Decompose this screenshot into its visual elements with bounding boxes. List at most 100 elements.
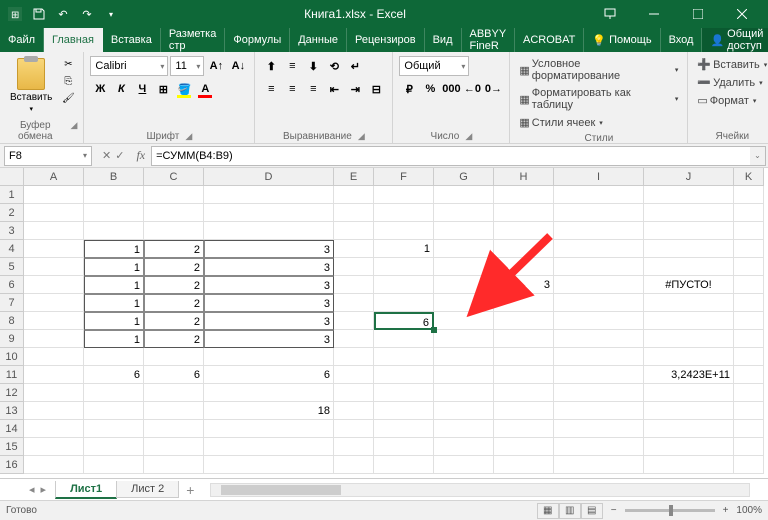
underline-button[interactable]: Ч bbox=[132, 79, 152, 99]
column-header[interactable]: D bbox=[204, 168, 334, 186]
cell[interactable] bbox=[144, 384, 204, 402]
cell[interactable] bbox=[84, 438, 144, 456]
cell[interactable] bbox=[554, 384, 644, 402]
cell[interactable] bbox=[644, 456, 734, 474]
cell[interactable]: 1 bbox=[84, 258, 144, 276]
column-header[interactable]: E bbox=[334, 168, 374, 186]
cell[interactable]: #ПУСТО! bbox=[644, 276, 734, 294]
cell[interactable] bbox=[24, 366, 84, 384]
cell[interactable]: 3 bbox=[204, 240, 334, 258]
decrease-decimal-icon[interactable]: 0→ bbox=[483, 79, 503, 99]
cell[interactable] bbox=[24, 312, 84, 330]
cell[interactable] bbox=[374, 258, 434, 276]
cell[interactable] bbox=[334, 276, 374, 294]
cell[interactable] bbox=[494, 330, 554, 348]
number-format-combo[interactable]: Общий bbox=[399, 56, 469, 76]
cell[interactable] bbox=[644, 438, 734, 456]
cell[interactable]: 6 bbox=[144, 366, 204, 384]
cell[interactable] bbox=[734, 402, 764, 420]
undo-icon[interactable]: ↶ bbox=[52, 3, 74, 25]
cell[interactable]: 6 bbox=[204, 366, 334, 384]
cell[interactable] bbox=[334, 258, 374, 276]
tab-file[interactable]: Файл bbox=[0, 28, 44, 52]
cell[interactable] bbox=[334, 204, 374, 222]
cell[interactable] bbox=[734, 222, 764, 240]
tab-formulas[interactable]: Формулы bbox=[225, 28, 290, 52]
zoom-out-icon[interactable]: − bbox=[611, 505, 617, 516]
cell[interactable] bbox=[374, 438, 434, 456]
ribbon-options-icon[interactable] bbox=[588, 0, 632, 28]
align-left-icon[interactable]: ≡ bbox=[261, 79, 281, 99]
cell[interactable]: 1 bbox=[84, 276, 144, 294]
row-header[interactable]: 14 bbox=[0, 420, 24, 438]
cell[interactable] bbox=[494, 420, 554, 438]
conditional-formatting-button[interactable]: ▦Условное форматирование▾ bbox=[516, 56, 681, 84]
cell[interactable] bbox=[554, 204, 644, 222]
cell[interactable]: 6 bbox=[374, 312, 434, 330]
column-header[interactable]: F bbox=[374, 168, 434, 186]
align-middle-icon[interactable]: ≡ bbox=[282, 56, 302, 76]
column-header[interactable]: B bbox=[84, 168, 144, 186]
orientation-icon[interactable]: ⟲ bbox=[324, 56, 344, 76]
cell[interactable] bbox=[734, 456, 764, 474]
font-color-icon[interactable]: A bbox=[195, 79, 215, 99]
cell[interactable]: 1 bbox=[84, 294, 144, 312]
close-icon[interactable] bbox=[720, 0, 764, 28]
percent-icon[interactable]: % bbox=[420, 79, 440, 99]
row-header[interactable]: 12 bbox=[0, 384, 24, 402]
cell[interactable] bbox=[554, 366, 644, 384]
cell[interactable] bbox=[84, 204, 144, 222]
cell[interactable] bbox=[434, 384, 494, 402]
row-header[interactable]: 4 bbox=[0, 240, 24, 258]
row-header[interactable]: 5 bbox=[0, 258, 24, 276]
fill-color-icon[interactable]: 🪣 bbox=[174, 79, 194, 99]
cell[interactable] bbox=[204, 420, 334, 438]
currency-icon[interactable]: ₽ bbox=[399, 79, 419, 99]
cell[interactable] bbox=[434, 402, 494, 420]
save-icon[interactable] bbox=[28, 3, 50, 25]
add-sheet-button[interactable]: + bbox=[178, 480, 202, 500]
cell[interactable] bbox=[24, 420, 84, 438]
cancel-formula-icon[interactable]: ✕ bbox=[102, 149, 111, 162]
select-all-corner[interactable] bbox=[0, 168, 24, 186]
cell[interactable] bbox=[374, 384, 434, 402]
cell[interactable] bbox=[374, 348, 434, 366]
cell[interactable] bbox=[644, 222, 734, 240]
cell[interactable] bbox=[204, 384, 334, 402]
cell[interactable] bbox=[554, 312, 644, 330]
cell[interactable] bbox=[494, 438, 554, 456]
worksheet-grid[interactable]: ABCDEFGHIJK 12345678910111213141516 1231… bbox=[0, 168, 768, 478]
cell[interactable] bbox=[554, 294, 644, 312]
row-header[interactable]: 15 bbox=[0, 438, 24, 456]
align-launcher-icon[interactable]: ◢ bbox=[358, 131, 365, 142]
cell[interactable] bbox=[144, 420, 204, 438]
copy-icon[interactable]: ⎘ bbox=[59, 73, 77, 89]
cell[interactable] bbox=[204, 222, 334, 240]
cell[interactable]: 3 bbox=[204, 258, 334, 276]
cell[interactable] bbox=[374, 276, 434, 294]
comma-icon[interactable]: 000 bbox=[441, 79, 461, 99]
cell[interactable] bbox=[84, 348, 144, 366]
tab-review[interactable]: Рецензиров bbox=[347, 28, 425, 52]
cell[interactable]: 1 bbox=[374, 240, 434, 258]
cell[interactable] bbox=[494, 366, 554, 384]
sheet-tab-2[interactable]: Лист 2 bbox=[116, 481, 179, 498]
cell[interactable] bbox=[334, 222, 374, 240]
minimize-icon[interactable] bbox=[632, 0, 676, 28]
cell[interactable] bbox=[334, 402, 374, 420]
cell[interactable] bbox=[554, 438, 644, 456]
row-header[interactable]: 16 bbox=[0, 456, 24, 474]
cell[interactable] bbox=[204, 186, 334, 204]
cell[interactable] bbox=[434, 348, 494, 366]
cell[interactable] bbox=[84, 402, 144, 420]
cell[interactable] bbox=[734, 330, 764, 348]
tab-help[interactable]: 💡Помощь bbox=[584, 28, 660, 52]
italic-button[interactable]: К bbox=[111, 79, 131, 99]
cell[interactable] bbox=[494, 186, 554, 204]
cell[interactable] bbox=[24, 222, 84, 240]
align-bottom-icon[interactable]: ⬇ bbox=[303, 56, 323, 76]
fx-icon[interactable]: fx bbox=[130, 148, 151, 163]
format-painter-icon[interactable]: 🖌 bbox=[59, 90, 77, 106]
cell[interactable] bbox=[434, 438, 494, 456]
number-launcher-icon[interactable]: ◢ bbox=[465, 131, 472, 142]
